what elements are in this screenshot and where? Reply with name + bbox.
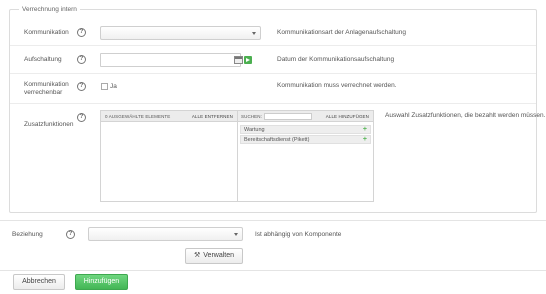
fieldset-legend: Verrechnung intern (19, 6, 80, 13)
row-beziehung: Beziehung ? Ist abhängig von Komponente … (0, 220, 546, 270)
calendar-icon[interactable] (234, 56, 243, 64)
aufschaltung-date-input[interactable] (100, 53, 241, 67)
available-list: Suchen: Alle hinzufügen Wartung + Bereit… (238, 111, 373, 201)
search-label: Suchen: (241, 114, 262, 119)
kommunikation-description: Kommunikationsart der Anlagenaufschaltun… (277, 29, 406, 36)
help-icon[interactable]: ? (77, 55, 86, 64)
list-item-label: Bereitschaftsdienst (Pikett) (244, 137, 310, 143)
selected-count: 0 ausgewählte Elemente (105, 114, 171, 119)
aufschaltung-description: Datum der Kommunikationsaufschaltung (277, 56, 395, 63)
plus-icon[interactable]: + (363, 136, 367, 144)
kommunikation-select[interactable] (100, 26, 261, 40)
aufschaltung-label: Aufschaltung (24, 56, 62, 63)
help-icon[interactable]: ? (66, 230, 75, 239)
available-header: Suchen: Alle hinzufügen (238, 111, 373, 122)
plus-icon[interactable]: + (363, 126, 367, 134)
chevron-down-icon (252, 32, 256, 35)
kommunikation-label: Kommunikation (24, 29, 69, 36)
row-kommunikation: Kommunikation ? Kommunikationsart der An… (10, 20, 536, 46)
verrechenbar-checkbox-label[interactable]: Ja (110, 83, 117, 90)
beziehung-select[interactable] (88, 227, 243, 241)
list-item[interactable]: Bereitschaftsdienst (Pikett) + (240, 135, 371, 144)
verrechenbar-label-line2: verrechenbar (24, 89, 63, 96)
verwalten-button[interactable]: ⚒ Verwalten (185, 248, 243, 264)
verrechenbar-checkbox[interactable] (101, 83, 108, 90)
beziehung-label: Beziehung (12, 231, 43, 238)
help-icon[interactable]: ? (77, 113, 86, 122)
verrechenbar-label-line1: Kommunikation (24, 81, 69, 88)
chevron-down-icon (234, 233, 238, 236)
list-item-label: Wartung (244, 127, 265, 133)
list-item[interactable]: Wartung + (240, 125, 371, 134)
cancel-button[interactable]: Abbrechen (13, 274, 65, 290)
selected-list: 0 ausgewählte Elemente Alle entfernen (101, 111, 238, 201)
remove-all-link[interactable]: Alle entfernen (192, 111, 233, 122)
verrechenbar-description: Kommunikation muss verrechnet werden. (277, 82, 397, 89)
zusatzfunktionen-label: Zusatzfunktionen (24, 121, 74, 128)
verwalten-label: Verwalten (203, 252, 235, 259)
search-input[interactable] (264, 113, 312, 120)
add-button[interactable]: Hinzufügen (75, 274, 128, 290)
help-icon[interactable]: ? (77, 82, 86, 91)
add-all-link[interactable]: Alle hinzufügen (326, 111, 369, 122)
zusatzfunktionen-description: Auswahl Zusatzfunktionen, die bezahlt we… (385, 112, 546, 119)
row-aufschaltung: Aufschaltung ? Datum der Kommunikationsa… (10, 46, 536, 74)
wrench-icon: ⚒ (193, 252, 201, 259)
row-verrechenbar: Kommunikation verrechenbar ? Ja Kommunik… (10, 74, 536, 104)
selected-header: 0 ausgewählte Elemente Alle entfernen (101, 111, 237, 122)
beziehung-description: Ist abhängig von Komponente (255, 231, 342, 238)
today-icon[interactable] (244, 56, 252, 64)
help-icon[interactable]: ? (77, 28, 86, 37)
zusatzfunktionen-multiselect: 0 ausgewählte Elemente Alle entfernen Su… (100, 110, 374, 202)
